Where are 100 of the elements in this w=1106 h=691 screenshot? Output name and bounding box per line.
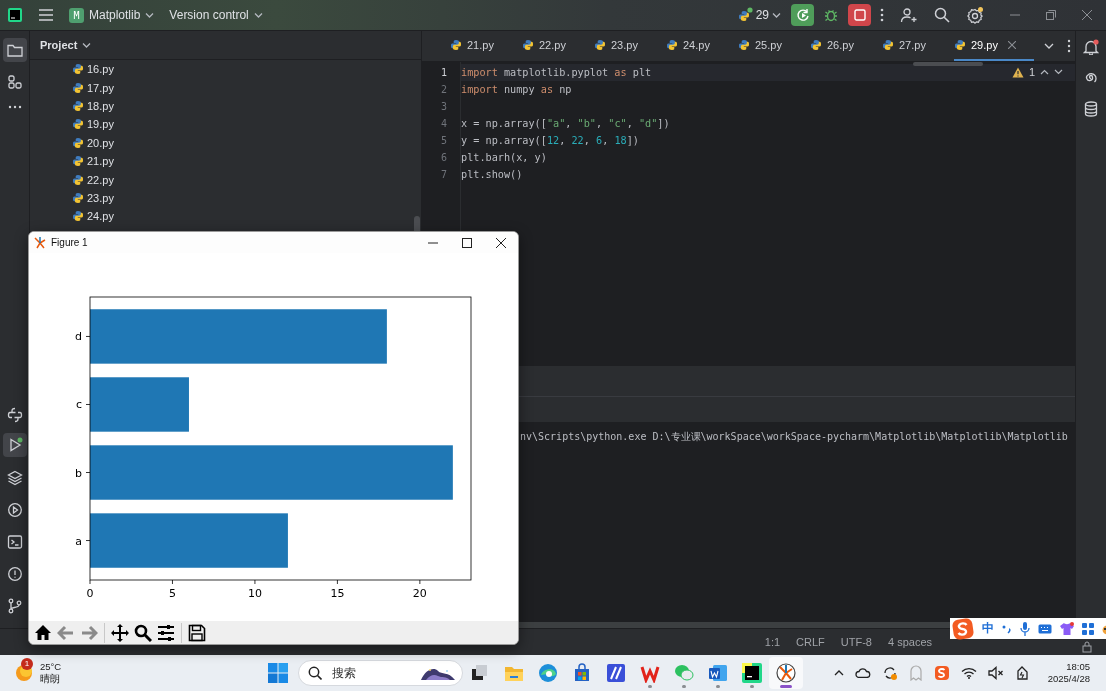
python-file-icon xyxy=(594,39,606,51)
weather-condition: 晴朗 xyxy=(40,673,61,685)
search-icon[interactable] xyxy=(934,7,950,23)
tick-label: c xyxy=(75,398,82,412)
editor-tab[interactable]: 23.py xyxy=(594,31,666,61)
file-tree-item[interactable]: 23.py xyxy=(30,188,421,208)
scrollbar-thumb[interactable] xyxy=(913,62,983,66)
caret-icon xyxy=(253,12,263,18)
file-tree-item[interactable]: 24.py xyxy=(30,207,421,226)
python-icon xyxy=(736,7,753,23)
run-tool-button[interactable] xyxy=(2,433,27,457)
file-tree-item[interactable]: 16.py xyxy=(30,60,421,79)
weather-widget[interactable]: 1 25°C 晴朗 xyxy=(14,661,164,685)
add-user-icon[interactable] xyxy=(900,7,918,23)
file-tree-item[interactable]: 20.py xyxy=(30,133,421,152)
chevron-down-icon[interactable] xyxy=(1044,43,1054,49)
microphone-icon[interactable] xyxy=(1020,621,1030,636)
figure-app-icon xyxy=(34,236,46,249)
git-branch-icon[interactable] xyxy=(6,598,23,614)
sync-icon[interactable] xyxy=(881,665,898,681)
chat-icon xyxy=(674,663,694,683)
lock-icon[interactable] xyxy=(1082,640,1092,653)
chevron-up-icon[interactable] xyxy=(833,670,844,676)
file-tree-item[interactable]: 19.py xyxy=(30,115,421,134)
file-tree-item[interactable]: 22.py xyxy=(30,170,421,189)
bug-icon[interactable] xyxy=(823,7,839,23)
project-view-selector[interactable]: Project xyxy=(40,39,92,51)
more-icon[interactable] xyxy=(880,8,884,22)
status-item[interactable]: 4 spaces xyxy=(887,636,932,648)
more-icon[interactable] xyxy=(1067,39,1071,53)
temperature-label: 25°C xyxy=(40,661,62,673)
folder-icon xyxy=(6,43,23,57)
wifi-icon[interactable] xyxy=(960,667,977,679)
console-output-line: nv\Scripts\python.exe D:\专业课\workSpace\workSpace-pycharm\Matplotlib\Matplotlib\Matplotlib xyxy=(520,430,1069,444)
rerun-button[interactable] xyxy=(791,4,814,26)
notification-badge: 1 xyxy=(21,658,33,670)
punctuation-icon[interactable] xyxy=(1002,623,1012,634)
save-icon[interactable] xyxy=(188,623,206,642)
chevron-up-icon xyxy=(1040,69,1049,75)
restore-icon[interactable] xyxy=(1046,10,1056,20)
file-tree-item[interactable]: 18.py xyxy=(30,96,421,116)
status-item[interactable]: UTF-8 xyxy=(840,636,872,648)
code-line: import matplotlib.pyplot as plt xyxy=(461,67,652,78)
search-field[interactable]: 搜索 xyxy=(298,660,463,686)
maximize-icon[interactable] xyxy=(462,237,472,248)
move-icon[interactable] xyxy=(111,623,129,642)
clock-widget[interactable]: 18:05 2025/4/28 xyxy=(1047,661,1090,685)
project-name-menu[interactable]: M Matplotlib xyxy=(69,7,155,23)
stop-button[interactable] xyxy=(848,4,871,26)
windows-start-icon[interactable] xyxy=(268,663,288,683)
project-tool-button[interactable] xyxy=(2,38,27,62)
python-file-icon xyxy=(72,63,84,76)
settings-icon[interactable] xyxy=(966,6,984,24)
file-tree-item[interactable]: 17.py xyxy=(30,78,421,97)
more-icon[interactable] xyxy=(7,105,22,109)
zoom-icon[interactable] xyxy=(134,623,152,642)
tick-mark xyxy=(85,336,91,337)
taskbar-app-button[interactable] xyxy=(769,657,803,689)
editor-tab[interactable]: 26.py xyxy=(810,31,882,61)
home-icon[interactable] xyxy=(34,623,52,642)
app-logo-icon[interactable] xyxy=(7,7,23,23)
shirt-icon[interactable] xyxy=(1060,622,1074,635)
python-file-icon xyxy=(882,39,894,51)
python-file-icon xyxy=(522,39,534,51)
problems-icon[interactable] xyxy=(6,566,23,582)
editor-tab[interactable]: 24.py xyxy=(666,31,738,61)
layers-icon[interactable] xyxy=(6,470,23,486)
database-icon[interactable] xyxy=(1084,101,1098,117)
status-item[interactable]: CRLF xyxy=(796,636,825,648)
menu-icon[interactable] xyxy=(39,9,53,21)
editor-tab[interactable]: 22.py xyxy=(522,31,594,61)
inspection-widget[interactable]: 1 xyxy=(1011,66,1063,78)
python-file-icon xyxy=(954,39,966,51)
sliders-icon[interactable] xyxy=(157,623,175,642)
status-item[interactable]: 1:1 xyxy=(764,636,781,648)
editor-tab[interactable]: 25.py xyxy=(738,31,810,61)
editor-tab[interactable]: 27.py xyxy=(882,31,954,61)
keyboard-icon[interactable] xyxy=(1038,623,1052,634)
store-icon xyxy=(572,663,592,683)
ime-tray-icon[interactable] xyxy=(933,665,950,681)
grid-icon[interactable] xyxy=(1082,622,1094,635)
tick-mark xyxy=(172,579,173,585)
python-console-icon[interactable] xyxy=(6,407,23,423)
close-icon[interactable] xyxy=(496,237,506,248)
tick-label: d xyxy=(75,330,82,344)
tick-label: 10 xyxy=(247,587,262,600)
python-file-icon xyxy=(72,210,84,223)
cloud-icon[interactable] xyxy=(854,668,871,678)
bell-icon[interactable] xyxy=(1083,39,1099,55)
terminal-icon[interactable] xyxy=(6,534,23,550)
tick-mark xyxy=(337,579,338,585)
volume-muted-icon[interactable] xyxy=(987,666,1004,680)
ime-logo-icon[interactable] xyxy=(952,617,974,640)
version-control-menu[interactable]: Version control xyxy=(169,8,263,22)
run-configuration[interactable]: 29 xyxy=(736,7,781,23)
input-mode-toggle[interactable]: 中 xyxy=(982,620,994,637)
services-icon[interactable] xyxy=(6,502,23,518)
file-tree-item[interactable]: 21.py xyxy=(30,151,421,171)
structure-icon[interactable] xyxy=(7,75,22,89)
editor-tab[interactable]: 21.py xyxy=(450,31,522,61)
